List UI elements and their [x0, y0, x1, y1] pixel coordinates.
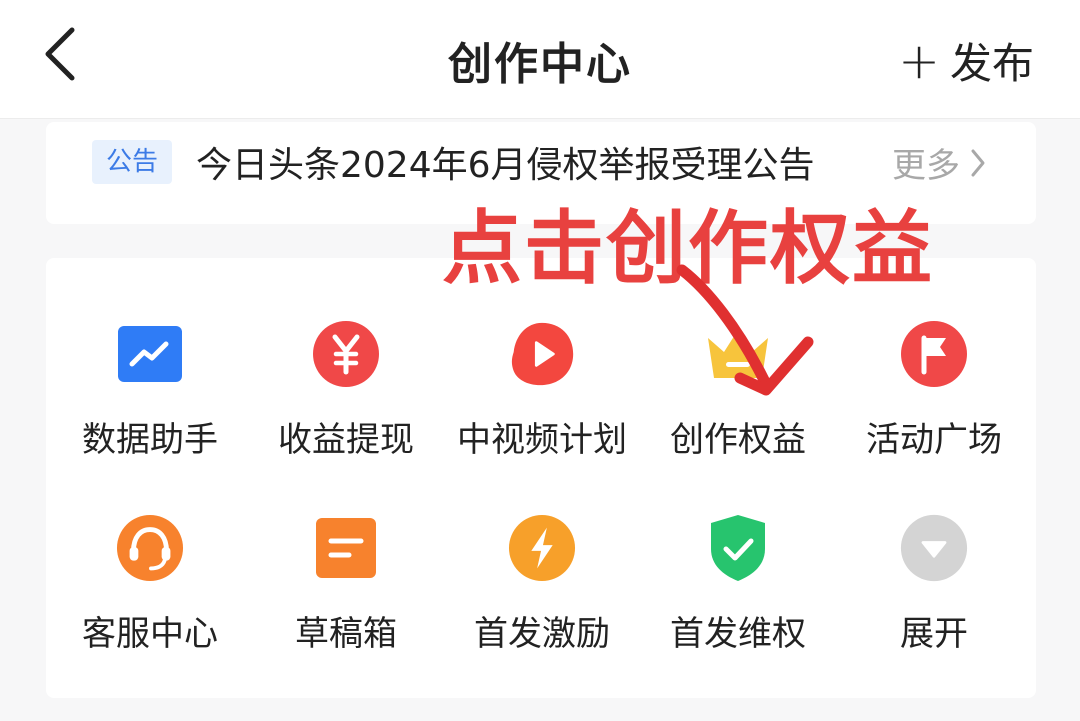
tool-expand[interactable]: 展开: [836, 514, 1032, 704]
tool-first-post-rights[interactable]: 首发维权: [640, 514, 836, 704]
yuan-icon: [312, 320, 380, 388]
tool-label: 展开: [900, 614, 968, 654]
tool-data-assistant[interactable]: 数据助手: [52, 320, 248, 510]
tool-drafts[interactable]: 草稿箱: [248, 514, 444, 704]
notice-tag: 公告: [92, 140, 172, 184]
chevron-right-icon: [971, 149, 985, 176]
expand-down-icon: [900, 514, 968, 582]
tool-label: 草稿箱: [295, 614, 397, 654]
play-icon: [508, 320, 576, 388]
data-chart-icon: [116, 320, 184, 388]
notice-more-link[interactable]: 更多: [892, 138, 986, 187]
tools-grid: 数据助手 收益提现 中视频计划 创作权益 活动广场 客服中心 草稿箱 首发激励 …: [46, 258, 1036, 698]
tool-label: 客服中心: [82, 614, 218, 654]
tool-label: 中视频计划: [457, 420, 627, 460]
more-label: 更多: [892, 146, 960, 186]
tool-label: 收益提现: [278, 420, 414, 460]
tool-label: 活动广场: [866, 420, 1002, 460]
notice-text[interactable]: 今日头条2024年6月侵权举报受理公告: [196, 136, 815, 188]
tool-label: 创作权益: [670, 420, 806, 460]
flag-icon: [900, 320, 968, 388]
publish-label: 发布: [949, 39, 1034, 88]
headset-icon: [116, 514, 184, 582]
tool-label: 首发维权: [670, 614, 806, 654]
publish-button[interactable]: + 发布: [898, 30, 1034, 91]
top-bar: 创作中心 + 发布: [0, 0, 1080, 119]
tool-mid-video-plan[interactable]: 中视频计划: [444, 320, 640, 510]
red-arrow-icon: [676, 264, 814, 396]
draft-icon: [312, 514, 380, 582]
tool-label: 首发激励: [474, 614, 610, 654]
tool-customer-service[interactable]: 客服中心: [52, 514, 248, 704]
tool-earnings-withdraw[interactable]: 收益提现: [248, 320, 444, 510]
tool-first-post-incentive[interactable]: 首发激励: [444, 514, 640, 704]
tool-activity-square[interactable]: 活动广场: [836, 320, 1032, 510]
plus-icon: +: [898, 31, 940, 90]
lightning-icon: [508, 514, 576, 582]
shield-check-icon: [704, 514, 772, 582]
tool-label: 数据助手: [82, 420, 218, 460]
